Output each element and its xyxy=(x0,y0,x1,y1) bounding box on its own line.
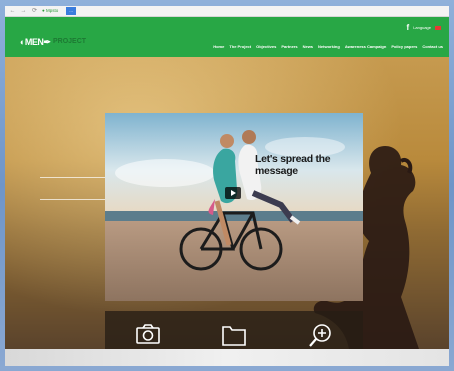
flag-icon[interactable] xyxy=(435,25,441,30)
folder-icon xyxy=(222,326,246,346)
nav-policy-papers[interactable]: Policy papers xyxy=(391,44,417,49)
nav-home[interactable]: Home xyxy=(213,44,224,49)
forward-button[interactable]: → xyxy=(20,6,27,16)
nav-awareness-campaign[interactable]: Awareness Campaign xyxy=(345,44,387,49)
nav-objectives[interactable]: Objectives xyxy=(256,44,276,49)
video-frame xyxy=(105,113,363,301)
play-button[interactable] xyxy=(225,187,241,199)
address-bar-selection[interactable]: ... xyxy=(66,7,76,15)
next-section-preview xyxy=(5,349,449,366)
site-logo-subtitle: PROJECT xyxy=(53,38,87,45)
camera-icon xyxy=(136,324,160,344)
website: ◐MEN✒ PROJECT f Language Home The Projec… xyxy=(5,17,449,366)
campaign-video[interactable]: Let's spread the message xyxy=(105,113,363,301)
language-selector[interactable]: Language xyxy=(413,25,431,30)
decorative-line xyxy=(40,177,110,178)
nav-news[interactable]: News xyxy=(303,44,313,49)
header-top-right: f Language xyxy=(407,23,441,32)
video-caption: Let's spread the message xyxy=(255,153,331,177)
facebook-icon[interactable]: f xyxy=(407,23,410,32)
magnifier-plus-icon xyxy=(309,324,331,347)
site-header: ◐MEN✒ PROJECT f Language Home The Projec… xyxy=(5,17,449,57)
main-navigation: Home The Project Objectives Partners New… xyxy=(213,44,443,49)
nav-networking[interactable]: Networking xyxy=(318,44,340,49)
reload-button[interactable]: ⟳ xyxy=(31,6,38,16)
decorative-line xyxy=(40,199,110,200)
secure-indicator: ● Mpsto xyxy=(42,8,59,13)
browser-toolbar: ← → ⟳ ● Mpsto ... xyxy=(5,6,449,17)
nav-the-project[interactable]: The Project xyxy=(229,44,251,49)
nav-partners[interactable]: Partners xyxy=(281,44,297,49)
back-button[interactable]: ← xyxy=(9,6,16,16)
hero-background: Let's spread the message The campaign Ne… xyxy=(5,57,449,366)
site-logo[interactable]: ◐MEN✒ xyxy=(20,37,51,48)
nav-contact-us[interactable]: Contact us xyxy=(422,44,443,49)
